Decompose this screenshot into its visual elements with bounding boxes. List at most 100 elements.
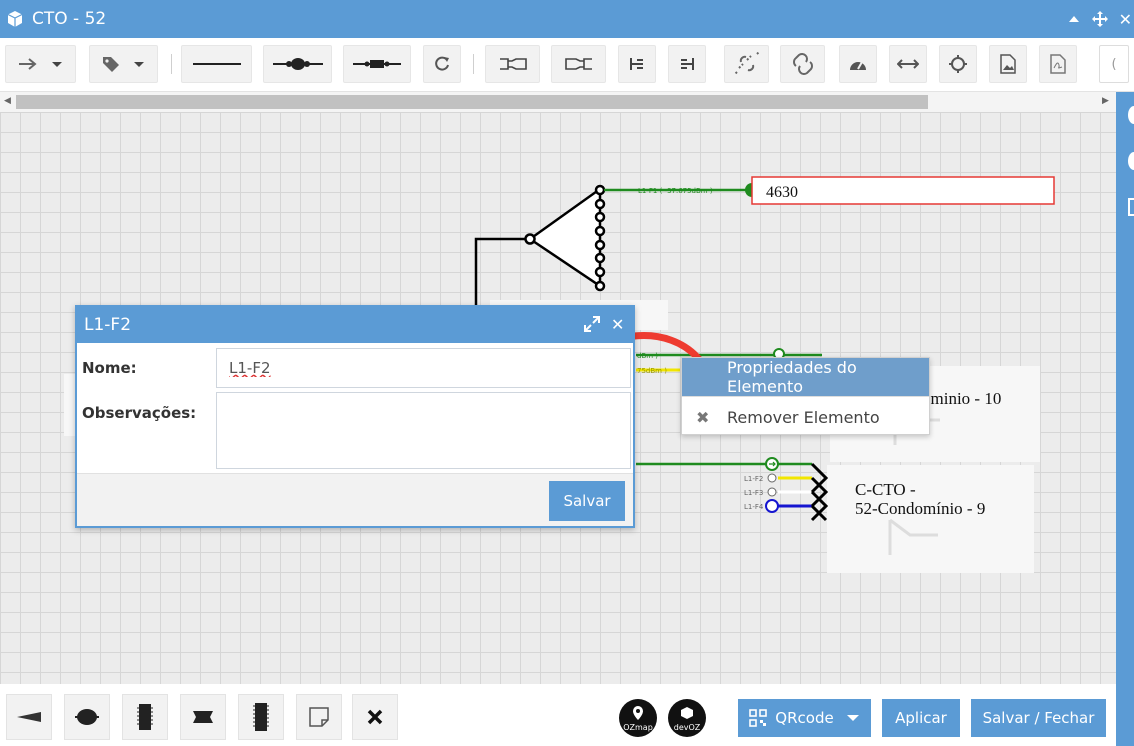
splice-closure-icon: [75, 709, 99, 725]
search-field-partial[interactable]: (: [1099, 45, 1129, 83]
splice-tool-button[interactable]: [263, 45, 332, 83]
toolbar: (: [0, 38, 1134, 92]
toolbar-separator: [473, 54, 474, 74]
connector-icon: [353, 60, 401, 68]
context-menu: Propriedades do Elemento ✖ Remover Eleme…: [681, 357, 930, 435]
move-icon[interactable]: [1091, 10, 1109, 28]
connector-left-button[interactable]: [485, 45, 540, 83]
menu-item-label: Propriedades do Elemento: [727, 358, 857, 396]
splitter-triangle[interactable]: [527, 186, 602, 289]
cube-icon: [681, 707, 693, 719]
menu-divider: [682, 396, 929, 397]
bottom-toolbar: OZmap devOZ QRcode Aplicar Salvar / Fech…: [0, 684, 1116, 746]
menu-item-properties[interactable]: Propriedades do Elemento: [682, 358, 929, 396]
add-dio-button[interactable]: [238, 694, 284, 740]
splitter-left-icon: [630, 58, 643, 70]
connector-right-button[interactable]: [551, 45, 606, 83]
cto-input-teeth[interactable]: [810, 462, 829, 522]
arrow-dropdown-button[interactable]: [5, 45, 76, 83]
qrcode-label: QRcode: [775, 709, 834, 727]
export-pdf-button[interactable]: [1039, 45, 1077, 83]
port-label-f4: L1-F4: [744, 503, 764, 511]
expand-icon[interactable]: [583, 315, 601, 333]
name-label: Nome:: [82, 359, 137, 377]
power-meter-button[interactable]: [839, 45, 877, 83]
toolbar-separator: [171, 54, 172, 74]
close-window-icon[interactable]: ✕: [1119, 10, 1132, 29]
window-title: CTO - 52: [32, 9, 107, 29]
line-icon: [192, 63, 241, 65]
ozmap-logo-text: OZmap: [623, 723, 653, 732]
qrcode-button[interactable]: QRcode: [738, 699, 871, 737]
port-label-f3: L1-F3: [744, 489, 763, 497]
tag-icon: [102, 57, 119, 72]
title-bar: CTO - 52 ✕: [0, 0, 1134, 38]
add-cabinet-button[interactable]: [122, 694, 168, 740]
splitter-left-button[interactable]: [618, 45, 656, 83]
unlink-button[interactable]: [724, 45, 769, 83]
port-f4-icon[interactable]: [765, 499, 779, 513]
menu-item-label: Remover Elemento: [727, 407, 880, 427]
apply-button[interactable]: Aplicar: [882, 699, 960, 737]
feed-cable[interactable]: [474, 237, 530, 305]
cto-9-label-line1: C-CTO -: [855, 480, 916, 499]
coupler-icon: [193, 711, 213, 723]
cube-icon: [7, 11, 23, 27]
port-f3-icon[interactable]: [767, 487, 777, 497]
fiber-label-l1-f2: dBm ): [637, 352, 658, 360]
connector-left-icon: [499, 58, 527, 70]
scrollbar-thumb[interactable]: [16, 95, 928, 109]
connector-tool-button[interactable]: [343, 45, 411, 83]
dialog-header: L1-F2 ✕: [77, 307, 633, 343]
side-tool-icon[interactable]: [1128, 152, 1134, 170]
image-file-icon: [1000, 54, 1016, 74]
line-tool-button[interactable]: [181, 45, 252, 83]
map-pin-icon: [633, 706, 643, 720]
add-connector-button[interactable]: [6, 694, 52, 740]
scroll-right-icon[interactable]: ▶: [1102, 96, 1109, 106]
close-icon: [367, 709, 383, 725]
node-4630-label: 4630: [766, 184, 798, 201]
element-properties-dialog: L1-F2 ✕ Nome: Observações: Salvar: [75, 305, 635, 528]
link-icon: [792, 53, 813, 75]
ozmap-logo: OZmap: [619, 699, 657, 737]
tag-dropdown-button[interactable]: [89, 45, 158, 83]
add-coupler-button[interactable]: [180, 694, 226, 740]
qrcode-icon: [749, 709, 768, 727]
add-splice-button[interactable]: [64, 694, 110, 740]
menu-item-remove[interactable]: ✖ Remover Elemento: [682, 398, 929, 436]
pdf-file-icon: [1050, 54, 1066, 74]
horizontal-scrollbar[interactable]: ◀ ▶: [0, 92, 1116, 112]
delete-button[interactable]: [352, 694, 398, 740]
cone-icon: [17, 712, 41, 722]
name-input[interactable]: [217, 349, 630, 387]
devoz-logo-text: devOZ: [673, 723, 701, 732]
side-tool-icon[interactable]: [1128, 198, 1134, 216]
fiber-label-l1-f3: 75dBm ): [637, 367, 667, 375]
remove-icon: ✖: [696, 407, 710, 427]
center-button[interactable]: [939, 45, 977, 83]
observations-field[interactable]: [216, 392, 631, 469]
collapse-icon[interactable]: [1067, 12, 1081, 26]
note-icon: [309, 707, 329, 727]
port-f2-icon[interactable]: [767, 473, 777, 483]
export-image-button[interactable]: [989, 45, 1027, 83]
devoz-logo: devOZ: [668, 699, 706, 737]
side-tool-icon[interactable]: [1128, 106, 1134, 124]
app-window: CTO - 52 ✕ (◀ ▶ L1-F1 (-37.675dBm) 46…: [0, 0, 1134, 746]
splitter-right-button[interactable]: [668, 45, 706, 83]
add-note-button[interactable]: [296, 694, 342, 740]
name-field[interactable]: [216, 348, 631, 388]
refresh-button[interactable]: [423, 45, 461, 83]
caret-down-icon: [51, 62, 62, 67]
link-button[interactable]: [780, 45, 825, 83]
splitter-right-icon: [681, 58, 694, 70]
fiber-label-l1-f1: L1-F1 ( -37.675dBm ): [638, 187, 713, 195]
dialog-footer: Salvar: [77, 473, 633, 526]
save-close-button[interactable]: Salvar / Fechar: [971, 699, 1106, 737]
splitter-input-port[interactable]: [524, 233, 536, 245]
save-button[interactable]: Salvar: [549, 481, 625, 521]
scroll-left-icon[interactable]: ◀: [4, 96, 11, 106]
dialog-close-icon[interactable]: ✕: [611, 315, 624, 334]
resize-horizontal-button[interactable]: [889, 45, 927, 83]
